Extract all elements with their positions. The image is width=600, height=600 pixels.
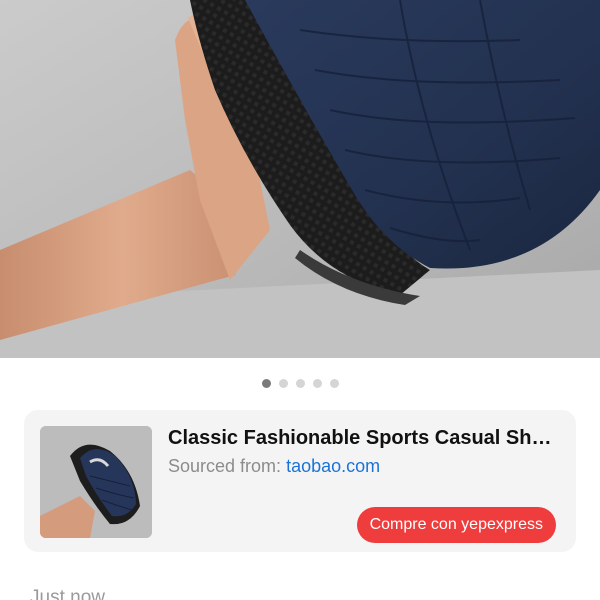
- pagination-dot-1[interactable]: [261, 378, 271, 388]
- product-share-screen: Classic Fashionable Sports Casual Shoes …: [0, 0, 600, 600]
- pagination-dot-5[interactable]: [329, 378, 339, 388]
- source-label: Sourced from:: [168, 456, 282, 476]
- pagination-dot-2[interactable]: [278, 378, 288, 388]
- product-title[interactable]: Classic Fashionable Sports Casual Shoes: [168, 426, 560, 450]
- product-thumbnail[interactable]: [40, 426, 152, 538]
- product-source: Sourced from: taobao.com: [168, 454, 380, 478]
- pagination-dot-4[interactable]: [312, 378, 322, 388]
- buy-with-yepexpress-button[interactable]: Compre con yepexpress: [356, 507, 556, 543]
- product-photo-slipper-icon: [0, 0, 600, 358]
- product-hero-image[interactable]: [0, 0, 600, 358]
- product-thumbnail-slipper-icon: [40, 426, 152, 538]
- pagination-dot-3[interactable]: [295, 378, 305, 388]
- image-pagination-dots[interactable]: [0, 377, 600, 389]
- message-timestamp: Just now: [30, 587, 105, 600]
- product-card[interactable]: Classic Fashionable Sports Casual Shoes …: [24, 410, 576, 552]
- source-site-link[interactable]: taobao.com: [286, 456, 380, 476]
